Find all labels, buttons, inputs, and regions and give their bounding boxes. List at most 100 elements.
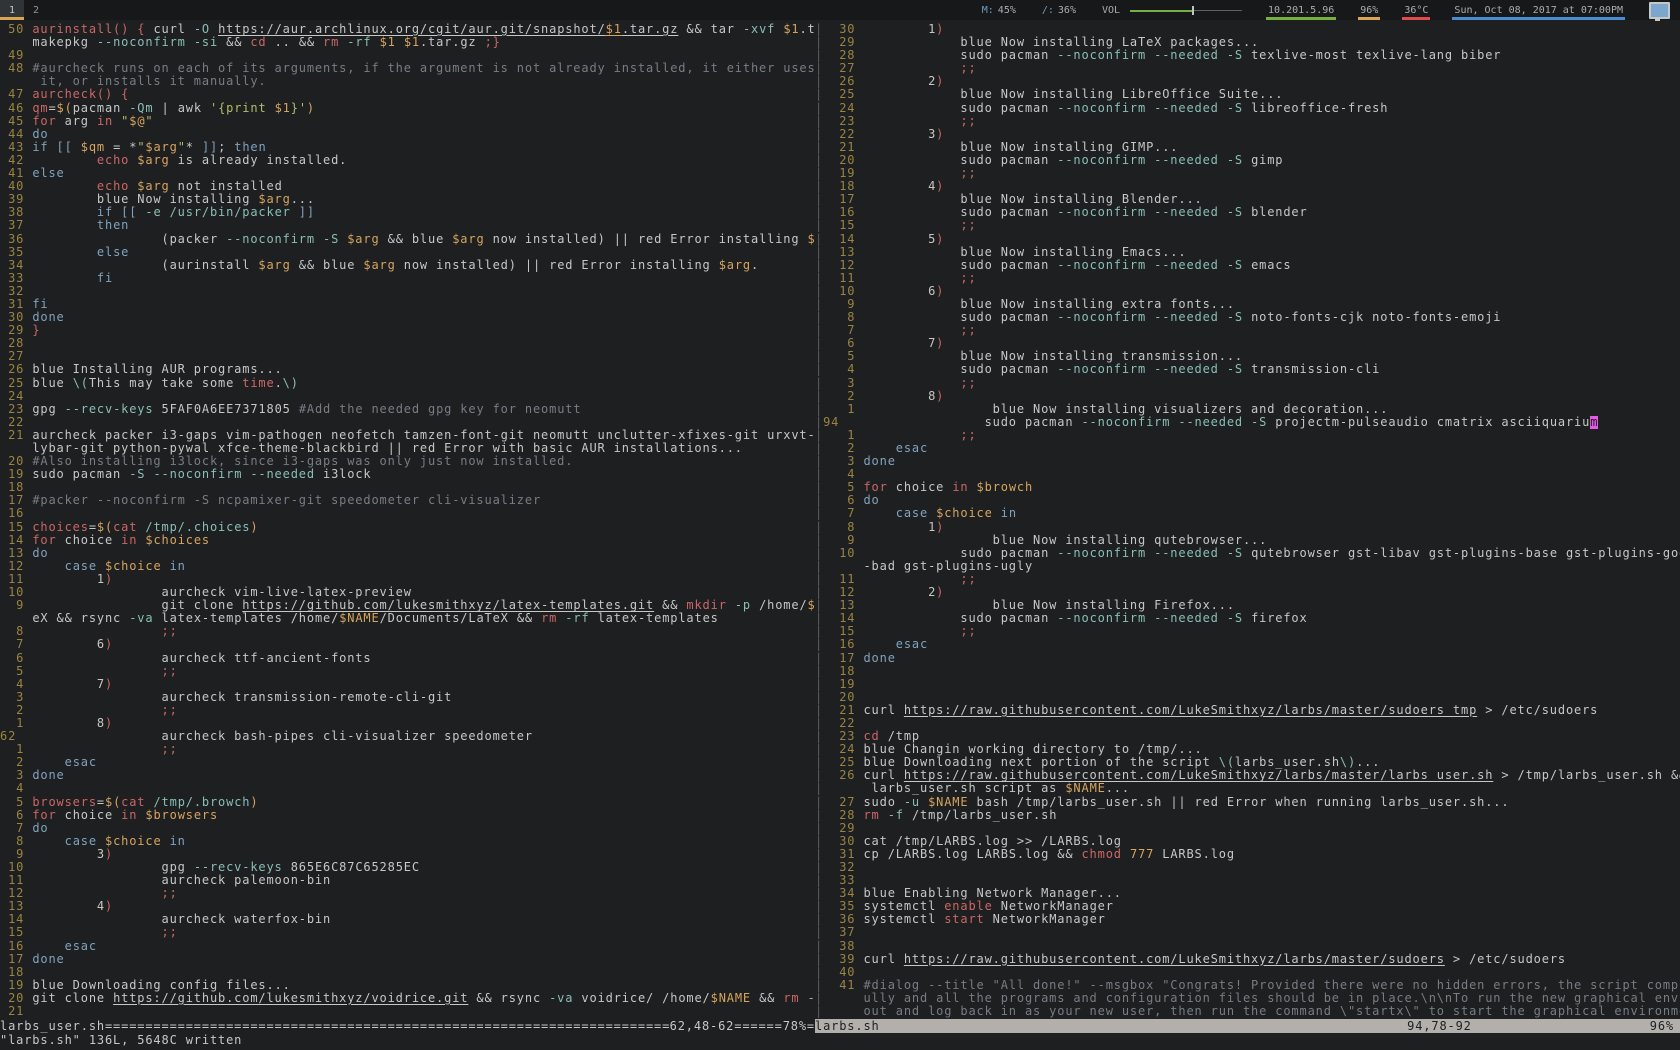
code-row: | 11 ;; [815,573,1680,586]
code-row: | 10 6) [815,285,1680,298]
ip-module-text: 10.201.5.96 [1268,5,1334,16]
code-row: it, or installs it manually. [0,75,815,88]
code-row: 19 blue Downloading config files... [0,979,815,992]
memory-icon: M: [982,5,994,16]
code-row: | 11 ;; [815,272,1680,285]
workspace-2[interactable]: 2 [24,0,48,20]
code-row: 29 } [0,324,815,337]
code-row: | 26 2) [815,75,1680,88]
code-row: | 9 blue Now installing qutebrowser... [815,534,1680,547]
battery-module: 96% [1360,0,1378,20]
code-row: 26 blue Installing AUR programs... [0,363,815,376]
monitor-icon [1649,2,1670,19]
code-row: 27 [0,350,815,363]
ip-module: 10.201.5.96 [1268,0,1334,20]
code-row: 43 if [[ $qm = *"$arg"* ]]; then [0,141,815,154]
code-row: | 28 rm -f /tmp/larbs_user.sh [815,809,1680,822]
code-row: | 4 sudo pacman --noconfirm --needed -S … [815,363,1680,376]
statusline-right-percent: 96% [1650,1019,1674,1033]
volume-label: VOL [1102,5,1120,16]
code-row: | 16 sudo pacman --noconfirm --needed -S… [815,206,1680,219]
statusline-spacer [880,1019,1408,1033]
left-pane-larbs-user-sh[interactable]: 50 aurinstall() { curl -O https://aur.ar… [0,20,815,1019]
code-row: 24 [0,390,815,403]
code-row: | 17 blue Now installing Blender... [815,193,1680,206]
code-row: | 9 blue Now installing extra fonts... [815,298,1680,311]
code-row: 44 do [0,128,815,141]
code-row: | 18 4) [815,180,1680,193]
code-row: 36 (packer --noconfirm -S $arg && blue $… [0,233,815,246]
code-row: 2 esac [0,756,815,769]
code-row: 19 sudo pacman -S --noconfirm --needed i… [0,468,815,481]
code-row: | 31 cp /LARBS.log LARBS.log && chmod 77… [815,848,1680,861]
code-row: | 15 ;; [815,219,1680,232]
code-row: 37 then [0,219,815,232]
code-row: | 22 [815,717,1680,730]
code-row: 25 blue \(This may take some time.\) [0,377,815,390]
code-row: | 4 [815,468,1680,481]
vim-editor: 50 aurinstall() { curl -O https://aur.ar… [0,20,1680,1050]
code-row: 40 echo $arg not installed [0,180,815,193]
code-row: | 25 blue Now installing LibreOffice Sui… [815,88,1680,101]
code-row: 5 ;; [0,665,815,678]
code-row: 8 ;; [0,625,815,638]
code-row: | 21 curl https://raw.githubusercontent.… [815,704,1680,717]
code-row: 6 aurcheck ttf-ancient-fonts [0,652,815,665]
code-row: 11 1) [0,573,815,586]
memory-module: M: 45% [982,0,1016,20]
code-row: 42 echo $arg is already installed. [0,154,815,167]
code-row: | 16 esac [815,638,1680,651]
code-row: | 12 sudo pacman --noconfirm --needed -S… [815,259,1680,272]
code-row: | 1 ;; [815,429,1680,442]
right-pane-larbs-sh[interactable]: | 30 1)| 29 blue Now installing LaTeX pa… [815,20,1680,1019]
code-row: | 15 ;; [815,625,1680,638]
code-row: | 13 blue Now installing Emacs... [815,246,1680,259]
code-row: 3 aurcheck transmission-remote-cli-git [0,691,815,704]
code-row: | 2 esac [815,442,1680,455]
code-row: 62 aurcheck bash-pipes cli-visualizer sp… [0,730,815,743]
cursor: m [1590,416,1598,429]
code-row: | -bad gst-plugins-ugly [815,560,1680,573]
volume-handle[interactable] [1192,6,1194,15]
code-row: 15 choices=$(cat /tmp/.choices) [0,521,815,534]
code-row: | 22 3) [815,128,1680,141]
code-row: | 14 5) [815,233,1680,246]
memory-module-text: 45% [998,5,1016,16]
statusline-active: larbs.sh 94,78-92 96% [815,1019,1680,1033]
code-row: | 3 done [815,455,1680,468]
code-row: | 34 blue Enabling Network Manager... [815,887,1680,900]
code-row: 12 ;; [0,887,815,900]
code-row: 15 ;; [0,926,815,939]
code-row: 28 [0,337,815,350]
volume-slider[interactable] [1130,6,1242,15]
volume-module[interactable]: VOL [1102,0,1242,20]
status-row: larbs_user.sh ==========================… [0,1019,1680,1033]
code-row: 14 aurcheck waterfox-bin [0,913,815,926]
code-row: 34 (aurinstall $arg && blue $arg now ins… [0,259,815,272]
code-row: | 8 sudo pacman --noconfirm --needed -S … [815,311,1680,324]
workspace-1[interactable]: 1 [0,0,24,20]
code-row: 31 fi [0,298,815,311]
clock-module: Sun, Oct 08, 2017 at 07:00PM [1454,0,1623,20]
clock-module-text: Sun, Oct 08, 2017 at 07:00PM [1454,5,1623,16]
disk-module: /:36% [1042,0,1076,20]
code-row: | 30 1) [815,23,1680,36]
code-row: | 33 [815,874,1680,887]
code-row: | 40 [815,966,1680,979]
code-row: 38 if [[ -e /usr/bin/packer ]] [0,206,815,219]
code-row: | 24 sudo pacman --noconfirm --needed -S… [815,102,1680,115]
code-row: | 39 curl https://raw.githubusercontent.… [815,953,1680,966]
code-row: 11 aurcheck palemoon-bin [0,874,815,887]
code-row: 41 else [0,167,815,180]
code-row: 49 [0,49,815,62]
statusline-right-filename: larbs.sh [815,1019,880,1033]
monitor-module [1649,0,1670,20]
code-row: | 8 1) [815,521,1680,534]
code-row: 47 aurcheck() { [0,88,815,101]
code-row: 45 for arg in "$@" [0,115,815,128]
code-row: 16 esac [0,940,815,953]
code-row: | 27 sudo -u $NAME bash /tmp/larbs_user.… [815,796,1680,809]
code-row: 10 gpg --recv-keys 865E6C87C65285EC [0,861,815,874]
code-row: 13 4) [0,900,815,913]
code-row: 21 aurcheck packer i3-gaps vim-pathogen … [0,429,815,442]
